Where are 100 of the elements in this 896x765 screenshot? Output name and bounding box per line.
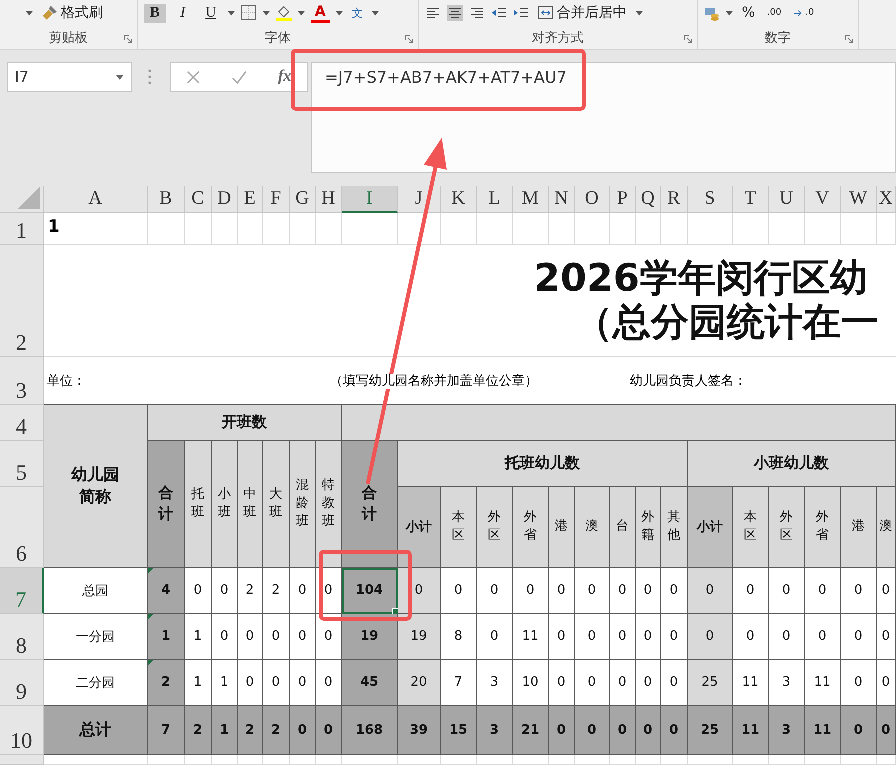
header-cell: 小班 <box>212 441 238 568</box>
row-header[interactable]: 5 <box>0 441 44 487</box>
caret-icon[interactable] <box>336 10 343 16</box>
check-icon[interactable] <box>232 70 248 84</box>
empty-cell <box>805 213 841 245</box>
empty-cell <box>805 755 841 765</box>
table-cell: 0 <box>733 568 769 614</box>
column-header[interactable]: L <box>477 186 513 213</box>
column-header[interactable]: J <box>398 186 441 213</box>
column-header[interactable]: N <box>549 186 575 213</box>
fill-color-icon[interactable] <box>276 5 292 21</box>
column-header[interactable]: Q <box>636 186 661 213</box>
empty-cell <box>841 755 877 765</box>
table-cell: 0 <box>733 614 769 660</box>
row-header[interactable]: 9 <box>0 660 44 706</box>
dialog-launcher-icon[interactable] <box>405 35 413 43</box>
dialog-launcher-icon[interactable] <box>845 35 853 43</box>
table-cell: 10 <box>513 660 549 706</box>
column-header[interactable]: I <box>342 186 398 213</box>
table-cell: 0 <box>549 706 575 755</box>
ribbon-group-label: 字体 <box>265 30 291 46</box>
column-header[interactable]: U <box>769 186 805 213</box>
table-cell: 2 <box>185 706 212 755</box>
column-header[interactable]: F <box>263 186 290 213</box>
table-cell: 总计 <box>44 706 148 755</box>
header-cell: 合计 <box>148 441 185 568</box>
header-cell: 小计 <box>398 487 441 568</box>
column-header[interactable]: D <box>212 186 238 213</box>
format-painter-button[interactable]: 格式刷 <box>39 3 106 23</box>
caret-icon[interactable] <box>263 10 270 16</box>
row-header[interactable]: 3 <box>0 357 44 405</box>
formula-input[interactable]: =J7+S7+AB7+AK7+AT7+AU7 <box>311 62 896 173</box>
caret-icon[interactable] <box>26 10 33 16</box>
caret-icon[interactable] <box>228 10 235 16</box>
column-header[interactable]: C <box>185 186 212 213</box>
column-header[interactable]: S <box>688 186 733 213</box>
table-cell: 1 <box>148 614 185 660</box>
table-cell: 0 <box>575 568 610 614</box>
table-cell: 19 <box>342 614 398 660</box>
table-cell: 3 <box>769 660 805 706</box>
bold-button[interactable]: B <box>144 4 166 22</box>
table-cell: 11 <box>513 614 549 660</box>
caret-icon[interactable] <box>636 10 643 16</box>
caret-icon[interactable] <box>298 10 305 16</box>
header-cell: 澳 <box>877 487 896 568</box>
empty-cell <box>575 213 610 245</box>
table-cell: 3 <box>769 706 805 755</box>
decrease-decimal-button[interactable]: .0 <box>790 7 818 19</box>
table-cell: 0 <box>661 706 688 755</box>
font-color-button[interactable]: A <box>311 4 330 22</box>
insert-function-button[interactable]: fx <box>278 68 292 86</box>
ribbon-group-label: 数字 <box>765 30 791 46</box>
align-center-icon[interactable] <box>447 5 463 21</box>
dialog-launcher-icon[interactable] <box>684 35 692 43</box>
column-header[interactable]: W <box>841 186 877 213</box>
caret-icon[interactable] <box>726 10 733 16</box>
dialog-launcher-icon[interactable] <box>124 35 132 43</box>
underline-button[interactable]: U <box>200 4 222 22</box>
italic-button[interactable]: I <box>172 4 194 22</box>
row-header[interactable]: 8 <box>0 614 44 660</box>
borders-icon[interactable] <box>241 5 257 21</box>
header-cell: 港 <box>841 487 877 568</box>
table-cell: 1 <box>185 660 212 706</box>
column-header[interactable]: K <box>441 186 477 213</box>
row-header[interactable]: 7 <box>0 568 44 614</box>
column-header[interactable]: T <box>733 186 769 213</box>
empty-cell <box>477 755 513 765</box>
phonetic-button[interactable]: 文 <box>348 4 366 22</box>
row-header[interactable]: 1 <box>0 213 44 245</box>
column-header[interactable]: G <box>290 186 316 213</box>
column-header[interactable]: X <box>877 186 896 213</box>
table-cell: 0 <box>636 568 661 614</box>
merge-center-button[interactable]: 合并后居中 <box>535 3 630 23</box>
row-header[interactable]: 4 <box>0 405 44 441</box>
column-header[interactable]: M <box>513 186 549 213</box>
increase-decimal-button[interactable]: .00 <box>764 7 785 19</box>
column-header[interactable]: V <box>805 186 841 213</box>
table-cell: 1 <box>212 660 238 706</box>
caret-icon[interactable] <box>372 10 379 16</box>
column-header[interactable]: R <box>661 186 688 213</box>
table-cell: 0 <box>290 660 316 706</box>
column-header[interactable]: H <box>316 186 342 213</box>
name-box[interactable]: I7 <box>7 62 132 92</box>
table-cell: 0 <box>805 614 841 660</box>
column-header[interactable]: P <box>610 186 636 213</box>
row-header[interactable]: 2 <box>0 245 44 357</box>
table-cell: 3 <box>477 706 513 755</box>
column-header[interactable]: O <box>575 186 610 213</box>
empty-cell <box>841 213 877 245</box>
percent-button[interactable]: % <box>739 4 758 22</box>
column-header[interactable]: A <box>44 186 148 213</box>
row-header[interactable]: 10 <box>0 706 44 755</box>
drag-handle-icon[interactable] <box>148 69 152 85</box>
column-header[interactable]: E <box>238 186 263 213</box>
column-header[interactable]: B <box>148 186 185 213</box>
header-cell: 大班 <box>263 441 290 568</box>
table-cell: 8 <box>441 614 477 660</box>
table-cell: 7 <box>148 706 185 755</box>
empty-cell <box>148 213 185 245</box>
row-header[interactable]: 6 <box>0 487 44 568</box>
